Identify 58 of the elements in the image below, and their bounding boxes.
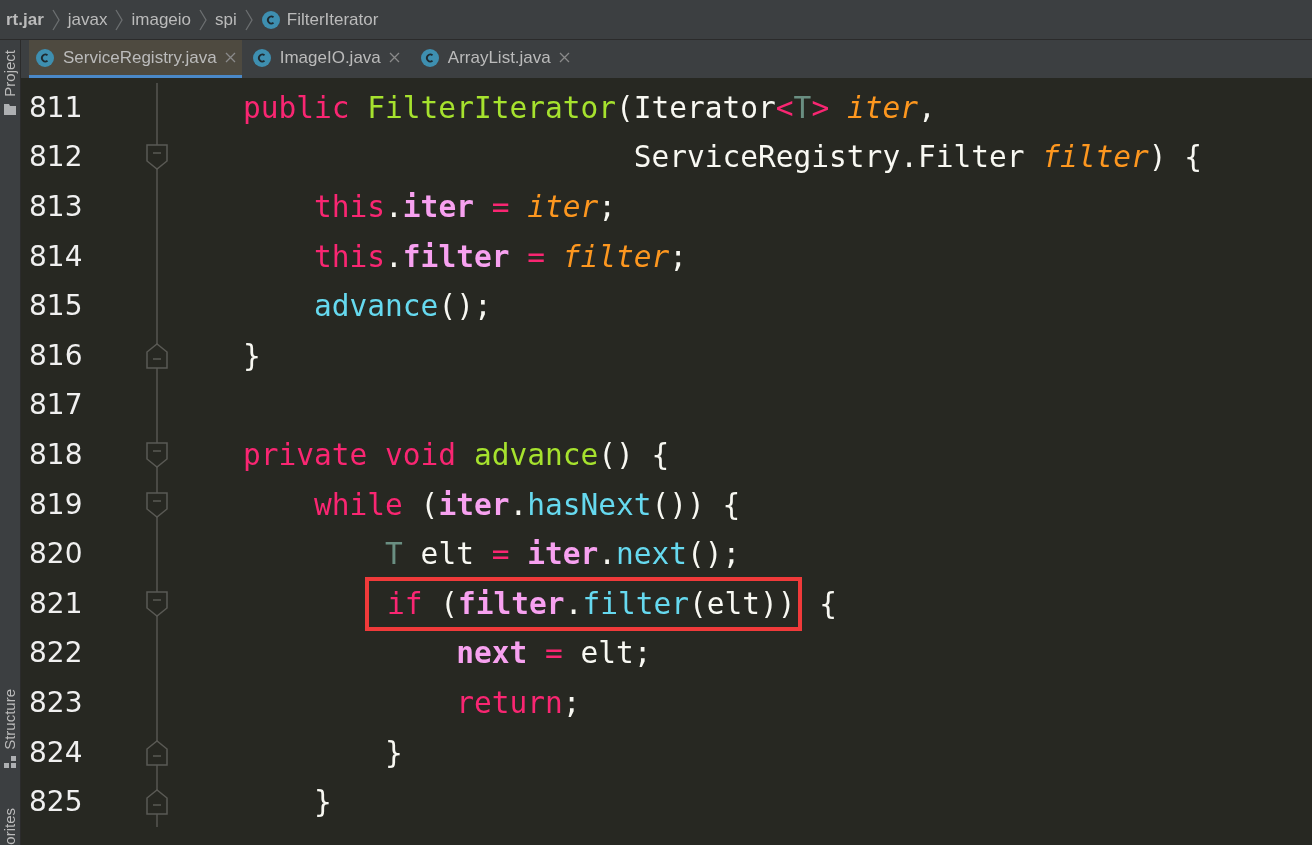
breadcrumb-item[interactable]: imageio — [131, 6, 192, 33]
line-number: 817 — [28, 387, 84, 424]
code-line: } — [313, 784, 332, 822]
line-number: 812 — [28, 139, 84, 176]
code-line: advance(); — [313, 288, 492, 326]
fold-marker-icon[interactable] — [145, 143, 169, 172]
folder-icon — [4, 102, 16, 115]
code-line: return; — [455, 684, 581, 722]
close-icon[interactable] — [558, 52, 570, 63]
code-line: public FilterIterator(Iterator<T> iter, — [243, 89, 936, 127]
close-icon[interactable] — [224, 52, 236, 63]
chevron-icon — [199, 8, 208, 31]
class-icon — [260, 9, 281, 30]
fold-marker-icon[interactable] — [145, 440, 169, 469]
line-number: 813 — [28, 189, 84, 225]
line-number: 819 — [28, 486, 84, 523]
breadcrumb-item[interactable]: FilterIterator — [286, 6, 379, 33]
class-icon — [419, 47, 440, 68]
code-line: T elt = iter.next(); — [384, 536, 741, 574]
fold-marker-icon[interactable] — [145, 738, 169, 767]
code-line: } — [384, 734, 403, 772]
line-number: 818 — [28, 436, 84, 473]
line-number: 822 — [28, 635, 84, 672]
tool-window-tab[interactable]: Project — [0, 50, 20, 97]
fold-marker-icon[interactable] — [145, 341, 169, 370]
code-line: this.filter = filter; — [313, 238, 688, 276]
tool-window-tab[interactable]: Structure — [0, 689, 20, 751]
chevron-icon — [115, 8, 124, 31]
line-number: 811 — [28, 89, 84, 126]
class-icon — [35, 47, 55, 68]
fold-marker-icon[interactable] — [145, 490, 169, 519]
highlight-box: if (filter.filter(elt)) — [365, 576, 802, 631]
fold-marker-icon[interactable] — [145, 589, 169, 618]
breadcrumb-item[interactable]: rt.jar — [6, 6, 44, 33]
code-line: } — [243, 337, 261, 375]
tool-window-tab[interactable]: orites — [0, 808, 20, 845]
line-number: 814 — [28, 238, 84, 275]
code-line: private void advance() { — [243, 436, 670, 474]
structure-icon — [4, 756, 16, 769]
close-icon[interactable] — [388, 52, 400, 63]
line-number: 820 — [28, 536, 84, 573]
code-line: while (iter.hasNext()) { — [313, 486, 741, 524]
line-number: 821 — [28, 585, 84, 622]
chevron-icon — [244, 8, 253, 31]
line-number: 823 — [28, 684, 84, 721]
breadcrumb-item[interactable]: javax — [67, 6, 108, 33]
breadcrumb-item[interactable]: spi — [215, 6, 237, 33]
line-number: 815 — [28, 288, 84, 325]
class-icon — [251, 47, 272, 68]
code-line: ServiceRegistry.Filter filter) { — [632, 139, 1203, 177]
fold-marker-icon[interactable] — [145, 788, 169, 817]
line-number: 816 — [28, 337, 84, 374]
code-line: this.iter = iter; — [313, 189, 616, 226]
chevron-icon — [51, 8, 60, 31]
code-line: next = elt; — [455, 635, 652, 673]
line-number: 824 — [28, 734, 84, 771]
line-number: 825 — [28, 784, 84, 821]
editor-tab[interactable]: ServiceRegistry.java — [29, 40, 242, 78]
